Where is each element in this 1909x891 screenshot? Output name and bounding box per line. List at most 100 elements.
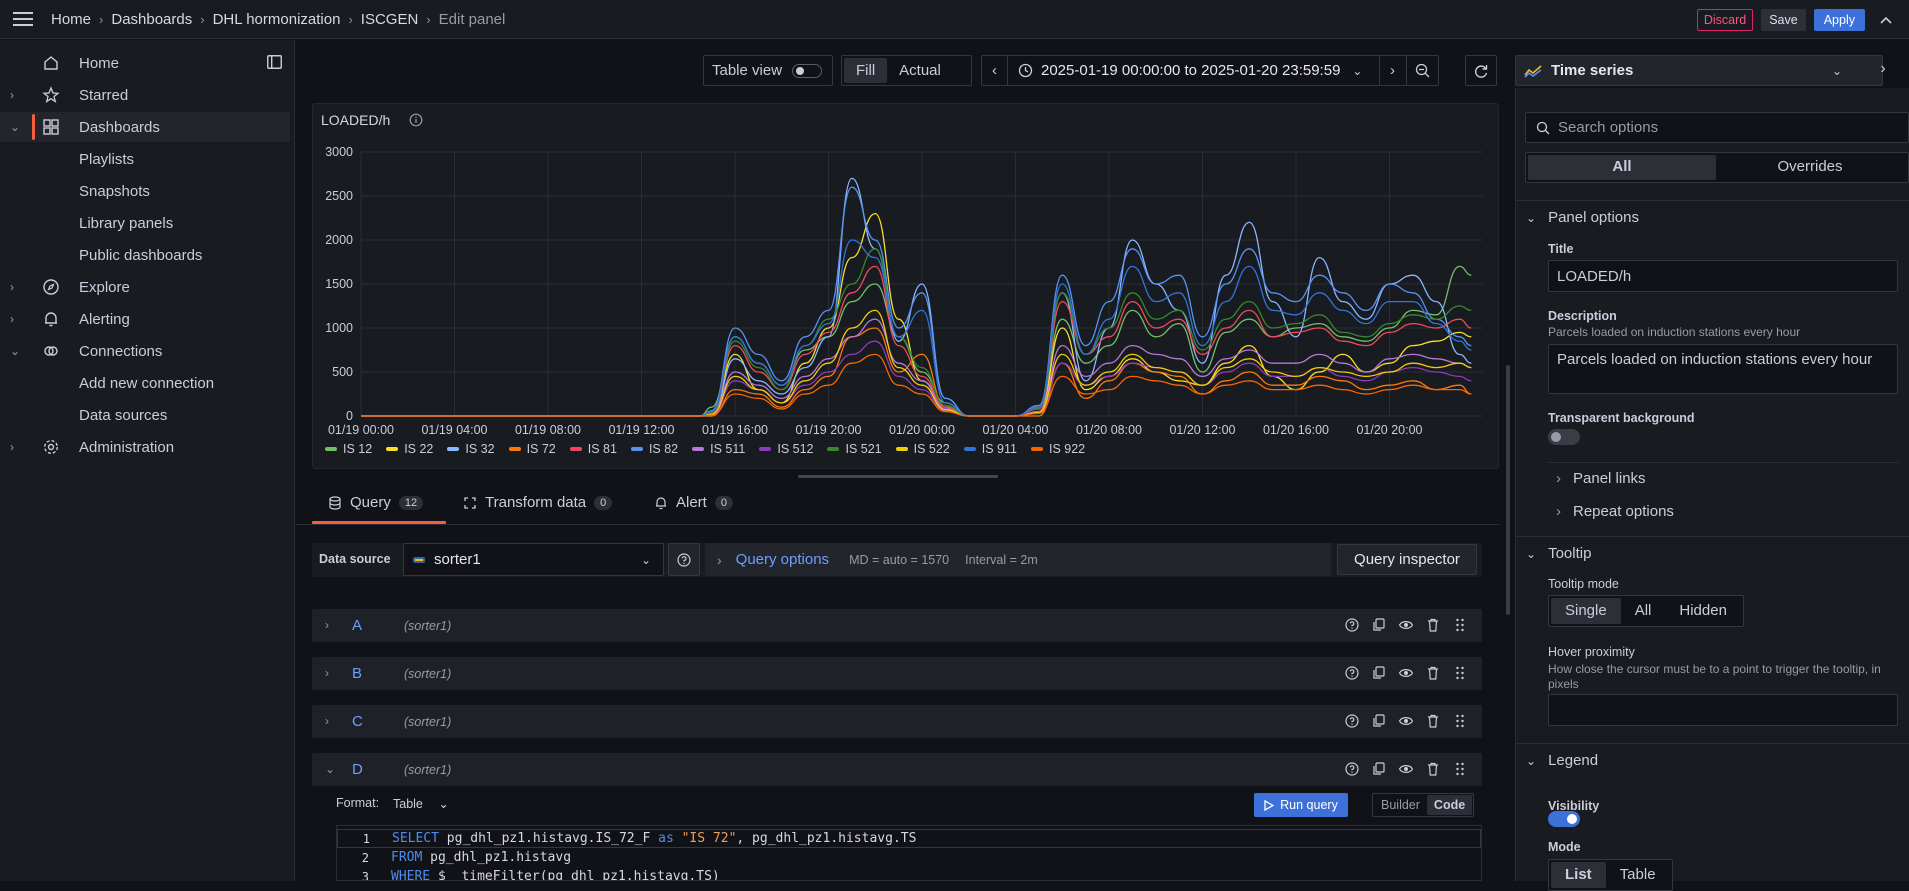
query-row-b[interactable]: › B (sorter1) [312, 657, 1482, 690]
legend-item[interactable]: IS 12 [325, 442, 372, 456]
sidebar-item-explore[interactable]: › Explore [0, 272, 290, 302]
tab-transform-data[interactable]: Transform data 0 [463, 494, 613, 511]
breadcrumb-dashboard[interactable]: ISCGEN [361, 11, 419, 28]
sql-code-editor[interactable]: 1 SELECT pg_dhl_pz1.histavg.IS_72_F as "I… [336, 825, 1482, 881]
panel-resize-handle[interactable] [798, 475, 998, 478]
duplicate-icon[interactable] [1371, 713, 1387, 729]
chevron-right-icon[interactable]: › [325, 714, 329, 728]
drag-handle-icon[interactable] [1452, 713, 1468, 729]
tab-query[interactable]: Query 12 [328, 494, 424, 511]
trash-icon[interactable] [1425, 617, 1441, 633]
save-button[interactable]: Save [1761, 8, 1806, 31]
data-source-help-button[interactable] [668, 543, 700, 576]
search-options-input[interactable]: Search options [1525, 112, 1909, 143]
sidebar-item-connections[interactable]: ⌄ Connections [0, 336, 290, 366]
duplicate-icon[interactable] [1371, 617, 1387, 633]
code-line[interactable]: 1 SELECT pg_dhl_pz1.histavg.IS_72_F as "I… [337, 829, 1481, 848]
tooltip-mode-single[interactable]: Single [1551, 598, 1621, 624]
query-inspector-button[interactable]: Query inspector [1337, 544, 1477, 575]
code-line[interactable]: 3 WHERE $__timeFilter(pg_dhl_pz1.histavg.… [337, 867, 1481, 880]
panel-options-section[interactable]: ⌄ Panel options [1526, 209, 1639, 226]
eye-icon[interactable] [1398, 713, 1414, 729]
chevron-right-icon[interactable]: › [10, 280, 14, 294]
sidebar-subitem-data-sources[interactable]: Data sources [79, 407, 167, 424]
fill-button[interactable]: Fill [844, 58, 888, 83]
zoom-out-icon[interactable] [1406, 56, 1438, 85]
sidebar-item-alerting[interactable]: › Alerting [0, 304, 290, 334]
chevron-right-icon[interactable]: › [325, 618, 329, 632]
duplicate-icon[interactable] [1371, 761, 1387, 777]
legend-item[interactable]: IS 911 [963, 442, 1017, 456]
legend-item[interactable]: IS 521 [827, 442, 882, 456]
legend-item[interactable]: IS 512 [759, 442, 813, 456]
tooltip-mode-hidden[interactable]: Hidden [1665, 598, 1741, 624]
sidebar-subitem-public-dashboards[interactable]: Public dashboards [79, 247, 202, 264]
tooltip-section[interactable]: ⌄ Tooltip [1526, 545, 1591, 562]
breadcrumb-folder[interactable]: DHL hormonization [213, 11, 341, 28]
data-source-picker[interactable]: sorter1 ⌄ [403, 543, 664, 576]
visualization-picker[interactable]: Time series ⌄ [1515, 55, 1883, 86]
chevron-right-icon[interactable]: › [10, 440, 14, 454]
sidebar-subitem-library-panels[interactable]: Library panels [79, 215, 173, 232]
chevron-down-icon[interactable]: ⌄ [1352, 64, 1362, 78]
help-icon[interactable] [1344, 713, 1360, 729]
query-letter[interactable]: C [352, 713, 363, 730]
sidebar-item-administration[interactable]: › Administration [0, 432, 290, 462]
panel-title-input[interactable]: LOADED/h [1548, 260, 1898, 292]
legend-item[interactable]: IS 22 [386, 442, 433, 456]
query-row-a[interactable]: › A (sorter1) [312, 609, 1482, 642]
legend-section[interactable]: ⌄ Legend [1526, 752, 1598, 769]
sidebar-subitem-snapshots[interactable]: Snapshots [79, 183, 150, 200]
legend-item[interactable]: IS 82 [630, 442, 678, 456]
legend-item[interactable]: IS 922 [1030, 442, 1085, 456]
legend-item[interactable]: IS 522 [895, 442, 950, 456]
trash-icon[interactable] [1425, 761, 1441, 777]
eye-icon[interactable] [1398, 761, 1414, 777]
sidebar-item-dashboards[interactable]: ⌄ Dashboards [0, 112, 290, 142]
discard-button[interactable]: Discard [1696, 8, 1754, 31]
help-icon[interactable] [1344, 761, 1360, 777]
table-view-switch[interactable] [792, 63, 823, 78]
sidebar-subitem-playlists[interactable]: Playlists [79, 151, 134, 168]
transparent-background-switch[interactable] [1548, 429, 1580, 445]
tab-alert[interactable]: Alert 0 [654, 494, 733, 511]
format-select[interactable]: Table ⌄ [393, 796, 449, 811]
code-mode-button[interactable]: Code [1426, 795, 1473, 815]
sidebar-item-home[interactable]: Home [0, 48, 290, 78]
tooltip-mode-all[interactable]: All [1621, 598, 1666, 624]
query-letter[interactable]: A [352, 617, 362, 634]
legend-item[interactable]: IS 32 [447, 442, 495, 456]
options-scrollbar[interactable] [1506, 365, 1510, 615]
actual-button[interactable]: Actual [887, 58, 953, 83]
drag-handle-icon[interactable] [1452, 665, 1468, 681]
drag-handle-icon[interactable] [1452, 617, 1468, 633]
help-icon[interactable] [1344, 665, 1360, 681]
legend-mode-list[interactable]: List [1551, 862, 1606, 888]
legend-mode-table[interactable]: Table [1606, 862, 1670, 888]
builder-mode-button[interactable]: Builder [1374, 795, 1427, 815]
query-letter[interactable]: B [352, 665, 362, 682]
apply-button[interactable]: Apply [1813, 8, 1865, 31]
sidebar-subitem-add-new-connection[interactable]: Add new connection [79, 375, 214, 392]
legend-item[interactable]: IS 511 [692, 442, 745, 456]
eye-icon[interactable] [1398, 617, 1414, 633]
refresh-button[interactable] [1465, 55, 1497, 86]
sidebar-item-starred[interactable]: › Starred [0, 80, 290, 110]
time-series-chart[interactable]: 3000 2500 2000 1500 1000 500 001/19 00:00 01/19… [313, 104, 1498, 468]
chevron-right-icon[interactable]: › [10, 88, 14, 102]
query-options-bar[interactable]: › Query options MD = auto = 1570 Interva… [705, 543, 1331, 576]
trash-icon[interactable] [1425, 713, 1441, 729]
duplicate-icon[interactable] [1371, 665, 1387, 681]
panel-links-section[interactable]: › Panel links [1556, 470, 1646, 487]
help-icon[interactable] [1344, 617, 1360, 633]
chevron-up-icon[interactable] [1873, 16, 1899, 24]
table-view-toggle[interactable]: Table view [703, 55, 833, 86]
legend-visibility-switch[interactable] [1548, 811, 1580, 827]
time-forward-icon[interactable]: › [1379, 56, 1405, 85]
code-line[interactable]: 2 FROM pg_dhl_pz1.histavg [337, 848, 1481, 867]
chevron-right-icon[interactable]: › [10, 312, 14, 326]
query-row-c[interactable]: › C (sorter1) [312, 705, 1482, 738]
trash-icon[interactable] [1425, 665, 1441, 681]
hover-proximity-input[interactable] [1548, 694, 1898, 726]
chevron-down-icon[interactable]: ⌄ [325, 762, 335, 776]
